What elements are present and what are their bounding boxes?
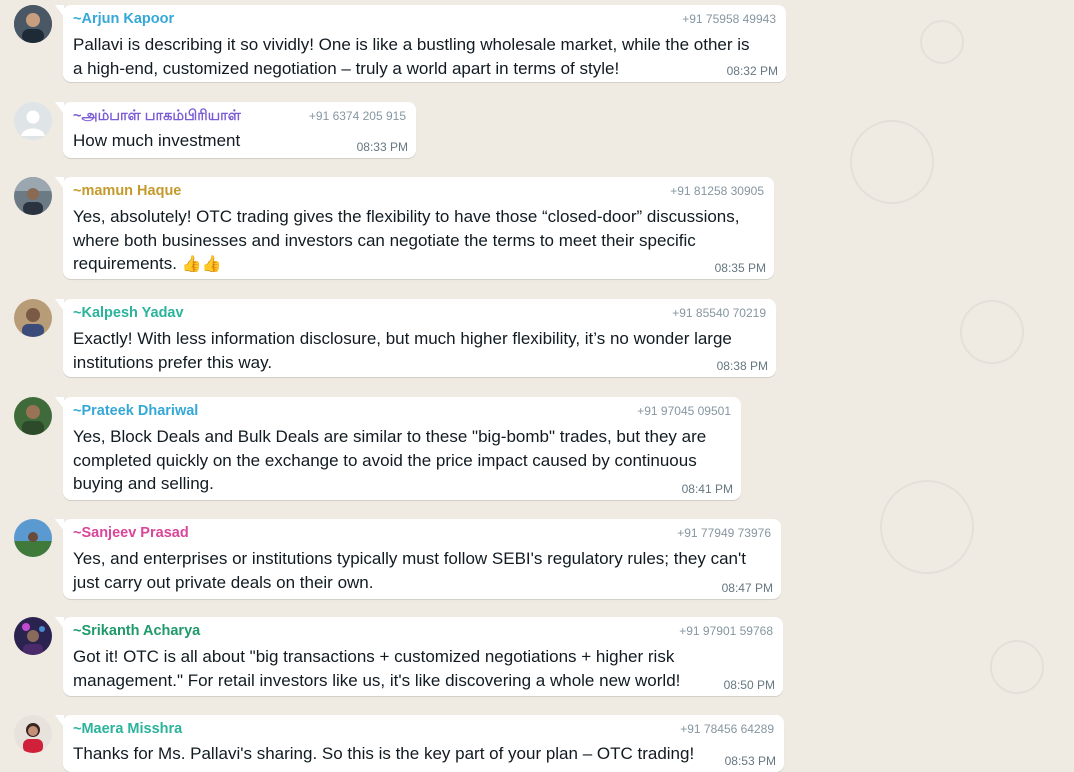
sender-name[interactable]: ~Maera Misshra: [73, 721, 182, 737]
sender-avatar[interactable]: [14, 715, 52, 753]
wallpaper-doodle: [990, 640, 1044, 694]
sender-name[interactable]: ~Kalpesh Yadav: [73, 305, 184, 321]
sender-avatar[interactable]: [14, 617, 52, 655]
message-bubble[interactable]: ~mamun Haque +91 81258 30905 Yes, absolu…: [55, 177, 774, 279]
message-bubble[interactable]: ~Kalpesh Yadav +91 85540 70219 Exactly! …: [55, 299, 776, 377]
message-text-body: Yes, absolutely! OTC trading gives the f…: [73, 207, 740, 273]
sender-phone: +91 97045 09501: [637, 404, 731, 418]
wallpaper-doodle: [880, 480, 974, 574]
sender-name[interactable]: ~Srikanth Acharya: [73, 623, 200, 639]
sender-name[interactable]: ~mamun Haque: [73, 183, 181, 199]
sender-name[interactable]: ~Prateek Dhariwal: [73, 403, 198, 419]
sender-phone: +91 81258 30905: [670, 184, 764, 198]
thumbs-up-emoji-icon: 👍👍: [181, 256, 222, 273]
sender-phone: +91 77949 73976: [677, 526, 771, 540]
message-text: Yes, Block Deals and Bulk Deals are simi…: [73, 427, 707, 493]
sender-phone: +91 78456 64289: [680, 722, 774, 736]
message-bubble[interactable]: ~Maera Misshra +91 78456 64289 Thanks fo…: [55, 715, 784, 772]
message-time: 08:32 PM: [726, 64, 778, 78]
message-time: 08:47 PM: [721, 581, 773, 595]
message-time: 08:38 PM: [716, 359, 768, 373]
sender-name[interactable]: ~Arjun Kapoor: [73, 11, 174, 27]
message-text: Exactly! With less information disclosur…: [73, 329, 732, 372]
sender-phone: +91 97901 59768: [679, 624, 773, 638]
message-text: Pallavi is describing it so vividly! One…: [73, 35, 750, 78]
message-bubble[interactable]: ~Prateek Dhariwal +91 97045 09501 Yes, B…: [55, 397, 741, 500]
message-time: 08:33 PM: [356, 140, 408, 154]
message-bubble[interactable]: ~Sanjeev Prasad +91 77949 73976 Yes, and…: [55, 519, 781, 599]
sender-avatar[interactable]: [14, 299, 52, 337]
sender-phone: +91 75958 49943: [682, 12, 776, 26]
message-text: Thanks for Ms. Pallavi's sharing. So thi…: [73, 744, 695, 763]
sender-name[interactable]: ~அம்பாள் பாகம்பிரியாள்: [73, 108, 241, 126]
message-bubble[interactable]: ~அம்பாள் பாகம்பிரியாள் +91 6374 205 915 …: [55, 102, 416, 158]
message-time: 08:35 PM: [714, 261, 766, 275]
sender-avatar[interactable]: [14, 102, 52, 140]
wallpaper-doodle: [850, 120, 934, 204]
sender-phone: +91 6374 205 915: [308, 109, 406, 123]
wallpaper-doodle: [960, 300, 1024, 364]
message-bubble[interactable]: ~Arjun Kapoor +91 75958 49943 Pallavi is…: [55, 5, 786, 82]
sender-avatar[interactable]: [14, 397, 52, 435]
message-bubble[interactable]: ~Srikanth Acharya +91 97901 59768 Got it…: [55, 617, 783, 696]
sender-name[interactable]: ~Sanjeev Prasad: [73, 525, 189, 541]
sender-avatar[interactable]: [14, 5, 52, 43]
sender-phone: +91 85540 70219: [672, 306, 766, 320]
message-time: 08:53 PM: [724, 754, 776, 768]
message-time: 08:41 PM: [681, 482, 733, 496]
message-text: Yes, and enterprises or institutions typ…: [73, 549, 746, 592]
wallpaper-doodle: [920, 20, 964, 64]
sender-avatar[interactable]: [14, 177, 52, 215]
chat-message-list[interactable]: ~Arjun Kapoor +91 75958 49943 Pallavi is…: [0, 0, 1074, 772]
sender-avatar[interactable]: [14, 519, 52, 557]
message-text: Got it! OTC is all about "big transactio…: [73, 647, 681, 690]
message-text: Yes, absolutely! OTC trading gives the f…: [73, 205, 764, 277]
message-time: 08:50 PM: [723, 678, 775, 692]
